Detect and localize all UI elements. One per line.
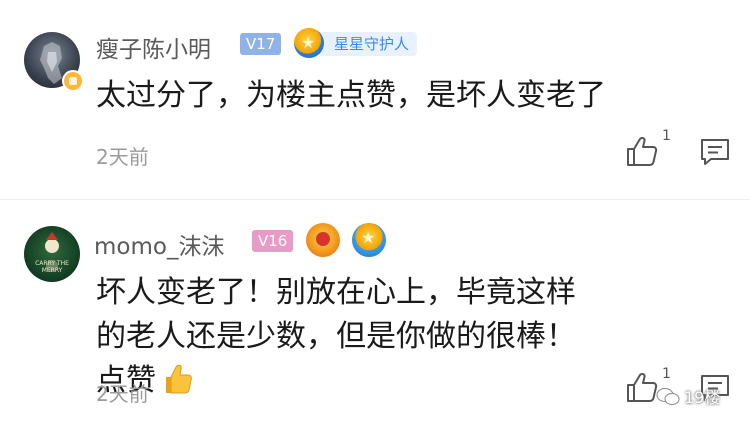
level-badge: V16 — [252, 230, 294, 252]
star-icon: ★ — [301, 33, 316, 52]
comment-item: CARRY THE MERRY momo_沫沫 V16 坏人变老了！别放在心上，… — [0, 200, 750, 430]
comment-item: 瘦子陈小明 V17 星星守护人 ★ 太过分了，为楼主点赞，是坏人变老了 2天前 … — [0, 0, 750, 200]
level-badge: V17 — [240, 33, 282, 55]
comment-bubble-icon[interactable] — [700, 138, 730, 166]
watermark-text: 19楼 — [684, 388, 721, 407]
star-medal-icon — [352, 223, 386, 257]
watermark: 19楼 — [656, 384, 720, 412]
star-medal-icon: ★ — [294, 28, 324, 58]
title-badge: 星星守护人 — [318, 32, 418, 56]
thumbs-up-outline-icon[interactable] — [625, 134, 659, 168]
avatar-badge-icon — [62, 70, 84, 92]
thumbs-up-outline-icon[interactable] — [625, 370, 659, 404]
avatar-caption: CARRY THE MERRY — [35, 260, 69, 274]
like-count: 1 — [662, 366, 671, 382]
comment-time: 2天前 — [96, 145, 149, 169]
comment-text: 太过分了，为楼主点赞，是坏人变老了 — [96, 78, 606, 113]
comment-text: 坏人变老了！别放在心上，毕竟这样的老人还是少数，但是你做的很棒！点赞 — [96, 271, 596, 403]
wechat-icon — [656, 388, 680, 405]
like-count: 1 — [662, 128, 671, 144]
festival-medal-icon — [306, 223, 340, 257]
username[interactable]: momo_沫沫 — [94, 227, 224, 261]
comment-time: 2天前 — [96, 382, 149, 406]
username[interactable]: 瘦子陈小明 — [96, 30, 211, 64]
avatar[interactable]: CARRY THE MERRY — [24, 226, 80, 282]
thumbs-up-emoji — [166, 364, 192, 394]
